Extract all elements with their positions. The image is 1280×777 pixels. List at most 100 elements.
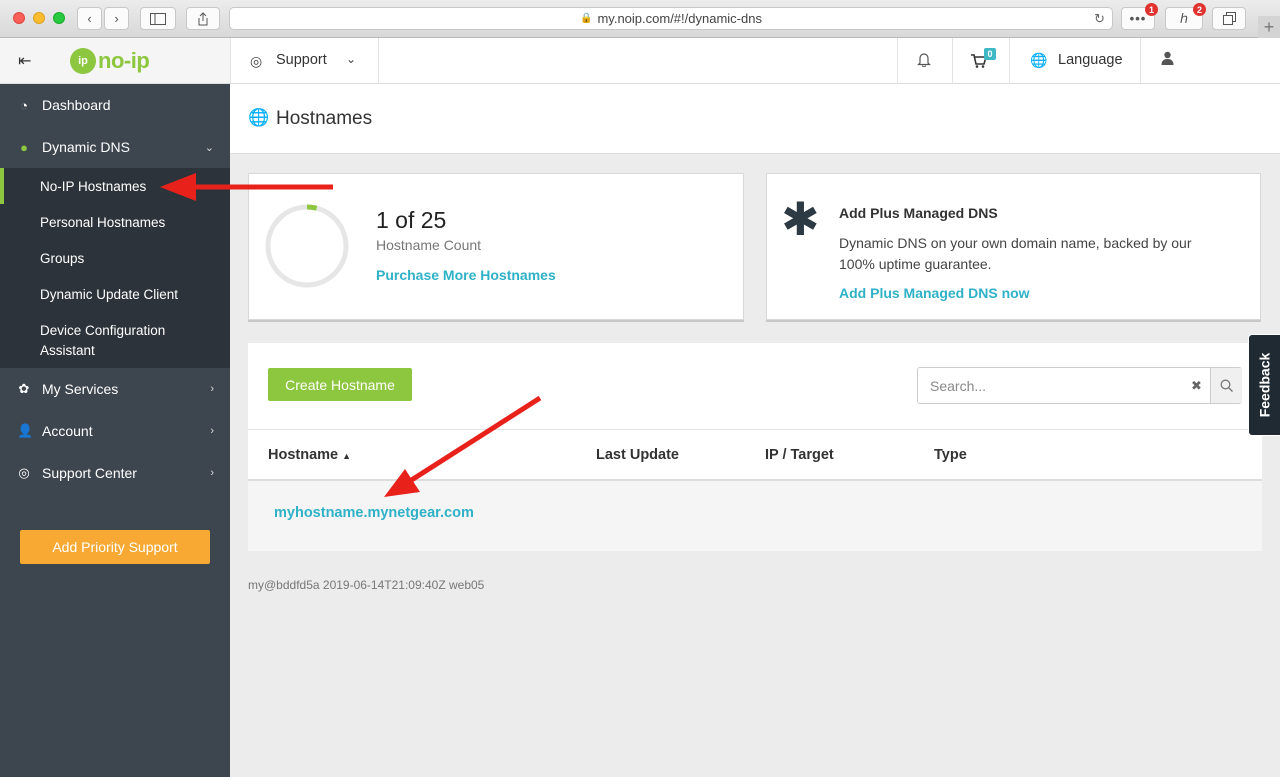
back-button[interactable]: ‹ [77,7,102,30]
top-navigation: ◎ Support ⌄ 0 🌐 Language [230,38,1280,84]
sidebar: ⇤ ip no-ip ◔ Dashboard ● Dynamic DNS ⌄ N… [0,38,230,777]
gear-icon: ✿ [18,381,30,396]
chevron-left-icon: ‹ [87,11,92,26]
logo-text: no-ip [98,48,150,73]
sidebar-icon [150,12,166,25]
extension-icon: ℎ [1179,10,1189,26]
user-icon: 👤 [17,423,34,438]
sidebar-item-dashboard[interactable]: ◔ Dashboard [0,84,230,126]
bell-icon[interactable] [917,52,931,70]
page-title: Hostnames [276,108,373,129]
collapse-menu-icon[interactable]: ⇤ [18,51,31,71]
globe-icon: ● [20,139,28,155]
chevron-down-icon[interactable]: ⌄ [346,52,356,66]
sidebar-item-label: Dynamic DNS [42,139,130,155]
logo-mark: ip [70,48,96,74]
hostname-count-card: 1 of 25 Hostname Count Purchase More Hos… [248,173,744,320]
submenu-item-groups[interactable]: Groups [40,249,84,269]
address-bar[interactable]: 🔒 my.noip.com/#!/dynamic-dns ↻ [229,7,1113,30]
search-icon [1220,379,1233,392]
submenu-item-personal-hostnames[interactable]: Personal Hostnames [40,213,165,233]
divider [1009,38,1010,84]
column-header-hostname[interactable]: Hostname ▲ [268,447,351,463]
feedback-label: Feedback [1256,352,1273,418]
cart-count-badge: 0 [984,48,996,60]
search-input[interactable] [918,368,1210,403]
sort-ascending-icon: ▲ [342,451,352,461]
sidebar-item-label: My Services [42,381,119,397]
hostname-count-value: 1 of 25 [376,207,447,233]
logo-bar: ⇤ ip no-ip [0,38,230,84]
column-header-last-update[interactable]: Last Update [596,447,679,463]
column-header-ip-target[interactable]: IP / Target [765,447,834,463]
extension-button[interactable]: ℎ 2 [1165,3,1206,30]
column-header-type[interactable]: Type [934,447,967,463]
divider [378,38,379,84]
language-menu[interactable]: Language [1058,52,1123,68]
chevron-down-icon: ⌄ [204,141,214,154]
share-icon [198,11,208,25]
add-priority-support-button[interactable]: Add Priority Support [20,530,210,564]
sidebar-item-my-services[interactable]: ✿ My Services › [0,368,230,410]
forward-button[interactable]: › [104,7,129,30]
globe-icon: 🌐 [1030,52,1048,68]
close-window-button[interactable] [13,12,25,24]
minimize-window-button[interactable] [33,12,45,24]
main-content: 🌐 Hostnames 1 of 25 Hostname Count Purch… [230,84,1280,777]
noip-logo[interactable]: ip no-ip [70,48,150,74]
tabs-icon [1222,12,1236,25]
plus-dns-description: Dynamic DNS on your own domain name, bac… [839,235,1192,272]
sidebar-item-account[interactable]: 👤 Account › [0,410,230,452]
globe-icon: 🌐 [248,108,270,127]
sidebar-item-support-center[interactable]: ◎ Support Center › [0,452,230,494]
hostnames-table-panel: Create Hostname ✖ Hostname ▲ Last Update… [248,343,1262,551]
active-indicator [0,168,4,204]
create-hostname-button[interactable]: Create Hostname [268,368,412,401]
table-row: myhostname.mynetgear.com [248,481,1262,551]
search-button[interactable] [1210,368,1242,403]
table-header: Hostname ▲ Last Update IP / Target Type [248,429,1262,481]
search-box: ✖ [917,367,1242,404]
extension-badge: 2 [1193,3,1206,16]
new-tab-button[interactable]: + [1258,16,1280,38]
clear-search-icon[interactable]: ✖ [1191,378,1202,394]
reload-icon[interactable]: ↻ [1094,11,1105,27]
sidebar-toggle-button[interactable] [140,7,176,30]
browser-toolbar: ‹ › 🔒 my.noip.com/#!/dynamic-dns ↻ ••• 1… [0,0,1280,38]
dashboard-icon: ◔ [20,97,28,113]
notification-badge: 1 [1145,3,1158,16]
ellipsis-icon: ••• [1129,11,1147,26]
plus-icon: + [1263,16,1275,37]
lifebuoy-icon: ◎ [18,465,30,480]
divider [897,38,898,84]
asterisk-icon: ✱ [781,193,820,245]
support-menu[interactable]: Support [276,52,327,68]
chevron-right-icon: › [210,467,214,479]
build-info: my@bddfd5a 2019-06-14T21:09:40Z web05 [248,578,485,592]
plus-managed-dns-card: ✱ Add Plus Managed DNS Dynamic DNS on yo… [766,173,1261,320]
share-button[interactable] [186,7,220,30]
purchase-more-hostnames-link[interactable]: Purchase More Hostnames [376,267,556,283]
hostname-count-label: Hostname Count [376,237,482,253]
sidebar-item-label: Account [42,423,93,439]
chevron-right-icon: › [210,425,214,437]
dynamic-dns-submenu: No-IP Hostnames Personal Hostnames Group… [0,168,230,368]
add-plus-managed-dns-link[interactable]: Add Plus Managed DNS now [839,285,1030,301]
divider [952,38,953,84]
sidebar-item-label: Support Center [42,465,137,481]
feedback-tab[interactable]: Feedback [1248,334,1280,436]
lifebuoy-icon: ◎ [250,53,263,69]
tabs-overview-button[interactable] [1212,7,1246,30]
submenu-item-noip-hostnames[interactable]: No-IP Hostnames [40,177,146,197]
sidebar-item-dynamic-dns[interactable]: ● Dynamic DNS ⌄ [0,126,230,168]
hostname-link[interactable]: myhostname.mynetgear.com [274,505,474,521]
submenu-item-device-configuration-assistant[interactable]: Device Configuration Assistant [40,321,210,361]
chevron-right-icon: › [210,383,214,395]
hostname-count-ring [265,204,349,288]
user-icon[interactable] [1161,51,1174,68]
more-extensions-button[interactable]: ••• 1 [1121,3,1158,30]
chevron-right-icon: › [114,11,119,26]
url-text: my.noip.com/#!/dynamic-dns [597,11,762,26]
zoom-window-button[interactable] [53,12,65,24]
submenu-item-dynamic-update-client[interactable]: Dynamic Update Client [40,285,178,305]
